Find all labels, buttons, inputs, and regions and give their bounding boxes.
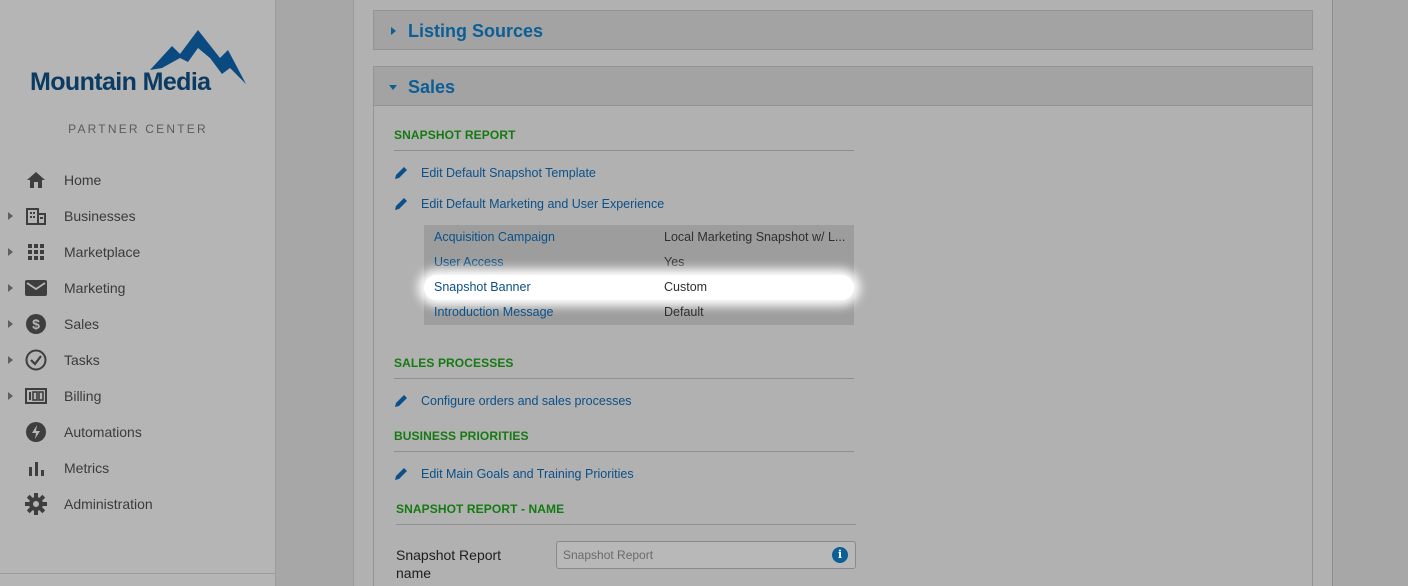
input-placeholder: Snapshot Report	[563, 548, 654, 562]
sidebar-item-automations[interactable]: Automations	[0, 414, 276, 450]
envelope-icon	[24, 276, 48, 300]
sidebar-item-label: Marketing	[64, 280, 126, 296]
bar-chart-icon	[24, 456, 48, 480]
link-label: Edit Main Goals and Training Priorities	[421, 467, 634, 481]
sidebar-nav: Home Businesses Marketplace Marketing $ …	[0, 162, 276, 522]
section-title-business-priorities: BUSINESS PRIORITIES	[394, 429, 529, 443]
sidebar-item-home[interactable]: Home	[0, 162, 276, 198]
table-row: Introduction Message Default	[424, 300, 854, 325]
sidebar-item-marketplace[interactable]: Marketplace	[0, 234, 276, 270]
pencil-icon	[395, 198, 407, 210]
home-icon	[24, 168, 48, 192]
bolt-icon	[24, 420, 48, 444]
sidebar-item-billing[interactable]: Billing	[0, 378, 276, 414]
brand-logo[interactable]: Mountain Media	[30, 28, 250, 98]
left-gutter	[277, 0, 353, 586]
configure-orders-link[interactable]: Configure orders and sales processes	[394, 394, 632, 408]
sidebar-item-label: Businesses	[64, 208, 136, 224]
expand-caret-icon[interactable]	[8, 284, 13, 292]
section-title-sales-processes: SALES PROCESSES	[394, 356, 514, 370]
expanded-caret-icon	[389, 85, 397, 90]
sidebar-item-metrics[interactable]: Metrics	[0, 450, 276, 486]
expand-caret-icon[interactable]	[8, 248, 13, 256]
sidebar-item-marketing[interactable]: Marketing	[0, 270, 276, 306]
section-title-snapshot-report-name: SNAPSHOT REPORT - NAME	[396, 502, 565, 516]
table-row: User Access Yes	[424, 250, 854, 275]
sidebar-divider	[0, 573, 276, 574]
edit-default-snapshot-template-link[interactable]: Edit Default Snapshot Template	[394, 166, 596, 180]
building-icon	[24, 204, 48, 228]
sidebar-item-label: Metrics	[64, 460, 110, 476]
logo-text: Mountain Media	[30, 68, 211, 96]
link-label: Configure orders and sales processes	[421, 394, 632, 408]
panel-title: Sales	[408, 77, 456, 97]
link-label: Edit Default Snapshot Template	[421, 166, 596, 180]
table-key-link[interactable]: User Access	[434, 255, 503, 269]
grid-icon	[24, 240, 48, 264]
edit-default-marketing-ux-link[interactable]: Edit Default Marketing and User Experien…	[394, 197, 664, 211]
table-row-highlighted: Snapshot Banner Custom	[424, 275, 854, 300]
snapshot-report-name-label: Snapshot Report name	[396, 547, 502, 581]
sidebar-item-businesses[interactable]: Businesses	[0, 198, 276, 234]
sidebar-item-label: Sales	[64, 316, 100, 332]
svg-text:$: $	[32, 316, 40, 332]
table-value: Yes	[664, 255, 685, 269]
table-key-link[interactable]: Introduction Message	[434, 305, 554, 319]
sidebar-item-label: Marketplace	[64, 244, 141, 260]
section-divider	[394, 378, 854, 379]
expand-caret-icon[interactable]	[8, 356, 13, 364]
section-divider	[394, 150, 854, 151]
dollar-icon: $	[24, 312, 48, 336]
section-divider	[394, 451, 854, 452]
snapshot-report-name-input[interactable]: Snapshot Report i	[556, 541, 856, 569]
snapshot-settings-table: Acquisition Campaign Local Marketing Sna…	[424, 225, 854, 325]
edit-main-goals-link[interactable]: Edit Main Goals and Training Priorities	[394, 467, 634, 481]
sidebar-item-label: Administration	[64, 496, 153, 512]
pencil-icon	[395, 167, 407, 179]
table-key-link[interactable]: Acquisition Campaign	[434, 230, 555, 244]
pencil-icon	[395, 468, 407, 480]
expand-caret-icon[interactable]	[8, 212, 13, 220]
table-value: Custom	[664, 280, 708, 294]
sidebar: Mountain Media PARTNER CENTER Home Busin…	[0, 0, 276, 586]
expand-caret-icon[interactable]	[8, 392, 13, 400]
sidebar-item-label: Automations	[64, 424, 142, 440]
gear-icon	[24, 492, 48, 516]
panel-title: Listing Sources	[408, 21, 544, 41]
check-circle-icon	[24, 348, 48, 372]
sidebar-item-sales[interactable]: $ Sales	[0, 306, 276, 342]
table-row: Acquisition Campaign Local Marketing Sna…	[424, 225, 854, 250]
sidebar-item-label: Home	[64, 172, 102, 188]
listing-sources-panel-header[interactable]: Listing Sources	[373, 10, 1313, 50]
table-value: Default	[664, 305, 704, 319]
expand-caret-icon[interactable]	[8, 320, 13, 328]
table-value: Local Marketing Snapshot w/ L...	[664, 230, 846, 244]
right-rail	[1334, 0, 1408, 586]
billing-icon	[24, 384, 48, 408]
sidebar-item-tasks[interactable]: Tasks	[0, 342, 276, 378]
sidebar-item-label: Tasks	[64, 352, 100, 368]
link-label: Edit Default Marketing and User Experien…	[421, 197, 665, 211]
partner-center-label: PARTNER CENTER	[68, 122, 208, 136]
table-key-link[interactable]: Snapshot Banner	[434, 280, 531, 294]
section-title-snapshot-report: SNAPSHOT REPORT	[394, 128, 516, 142]
sidebar-item-label: Billing	[64, 388, 102, 404]
collapsed-caret-icon	[391, 27, 396, 35]
sidebar-item-administration[interactable]: Administration	[0, 486, 276, 522]
section-divider	[396, 524, 856, 525]
sales-panel-header[interactable]: Sales	[373, 66, 1313, 106]
pencil-icon	[395, 395, 407, 407]
info-icon[interactable]: i	[832, 547, 848, 563]
